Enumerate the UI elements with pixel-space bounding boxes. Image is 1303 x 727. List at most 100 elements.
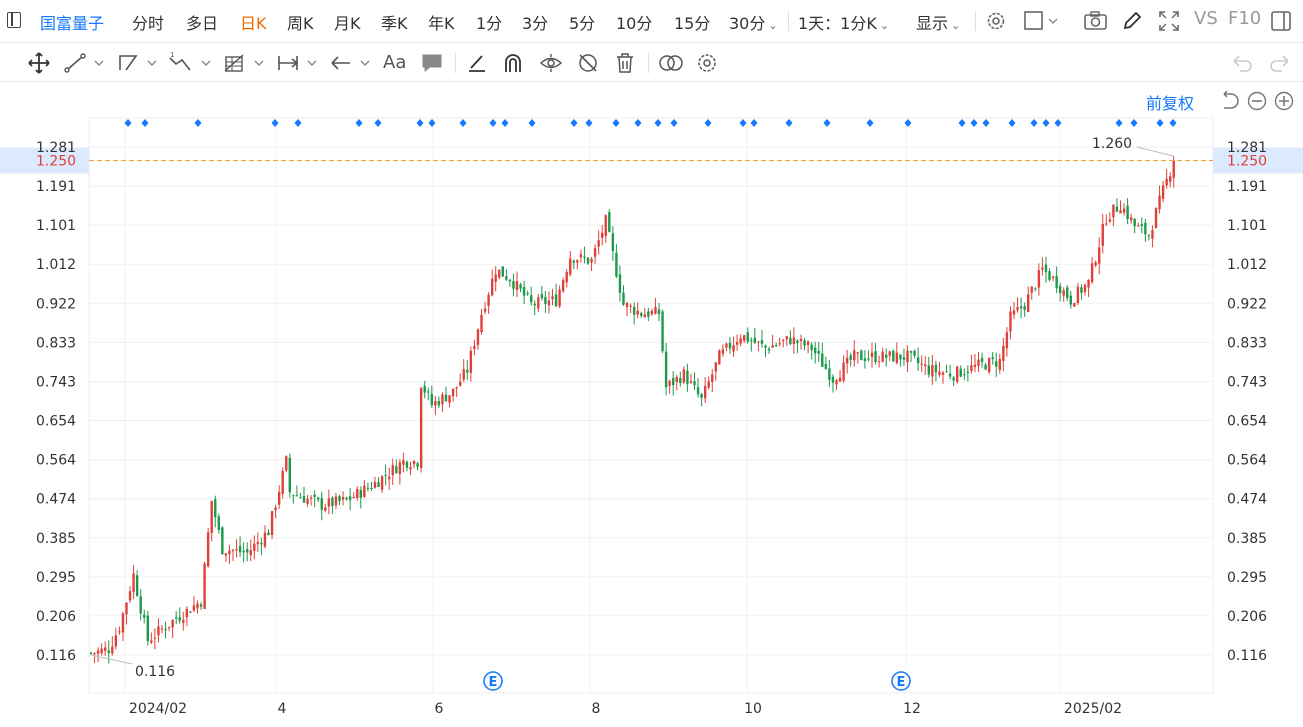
adjust-mode-button[interactable]: 前复权 (1146, 90, 1194, 114)
candle-body (498, 269, 501, 278)
event-diamond-icon (355, 119, 363, 127)
reset-zoom-icon[interactable] (1218, 90, 1242, 112)
link-icon[interactable] (657, 52, 685, 74)
candle-body (114, 635, 118, 647)
y-tick-label-left: 0.833 (36, 335, 76, 351)
zoom-out-icon[interactable] (1246, 90, 1268, 112)
candle-body (764, 345, 767, 348)
candle-body (579, 254, 583, 258)
candle-body (1002, 345, 1005, 361)
y-tick-label-left: 0.564 (36, 453, 76, 469)
tab-intraday[interactable]: 分时 (132, 10, 164, 34)
candle-body (1080, 287, 1083, 293)
candle-body (821, 353, 824, 367)
zoom-in-icon[interactable] (1273, 90, 1295, 112)
f10-button[interactable]: F10 (1228, 8, 1261, 29)
sidebar-toggle-icon[interactable] (7, 12, 21, 28)
undo-icon[interactable] (1230, 52, 1254, 74)
pen-tool-icon[interactable] (466, 52, 488, 74)
candle-body (938, 371, 941, 375)
candle-body (789, 337, 792, 345)
y-tick-label-left: 1.012 (36, 257, 76, 273)
candle-body (707, 381, 710, 388)
comment-tool-icon[interactable] (421, 52, 443, 74)
candle-body (490, 278, 494, 296)
chart-style-dropdown-icon[interactable] (1022, 10, 1062, 32)
tab-3min[interactable]: 3分 (522, 10, 548, 34)
candle-body (309, 497, 313, 499)
y-tick-label-right: 1.281 (1227, 140, 1267, 156)
svg-text:1: 1 (170, 52, 174, 59)
polyline-tool-icon[interactable] (116, 52, 160, 74)
pencil-icon[interactable] (1121, 10, 1143, 32)
tab-quarterly-k[interactable]: 季K (381, 10, 408, 34)
candle-body (750, 340, 753, 342)
candle-body (1169, 176, 1172, 182)
candle-body (455, 386, 458, 389)
text-tool-icon[interactable]: Aa (383, 52, 406, 73)
tool-settings-icon[interactable] (695, 52, 719, 74)
candle-body (700, 394, 703, 398)
wave-tool-icon[interactable]: 1 (168, 52, 214, 74)
tab-15min[interactable]: 15分 (674, 10, 710, 34)
candle-body (810, 344, 813, 351)
candle-body (189, 611, 192, 613)
candle-body (679, 378, 682, 384)
tab-weekly-k[interactable]: 周K (287, 10, 314, 34)
candle-body (956, 366, 959, 382)
candle-body (143, 614, 146, 618)
event-diamond-icon (1030, 119, 1038, 127)
hide-drawings-icon[interactable] (576, 52, 600, 74)
tab-monthly-k[interactable]: 月K (334, 10, 361, 34)
line-tool-icon[interactable] (63, 52, 107, 74)
panel-toggle-icon[interactable] (1270, 10, 1292, 32)
event-diamond-icon (1156, 119, 1164, 127)
tab-yearly-k[interactable]: 年K (428, 10, 455, 34)
candle-body (384, 475, 387, 477)
fullscreen-icon[interactable] (1158, 10, 1180, 32)
candle-body (341, 496, 345, 500)
y-tick-label-right: 0.116 (1227, 648, 1267, 664)
stock-name[interactable]: 国富量子 (40, 10, 104, 34)
display-menu[interactable]: 显示 ⌄ (916, 10, 960, 34)
visibility-icon[interactable] (539, 52, 563, 74)
settings-gear-icon[interactable] (985, 10, 1007, 32)
vs-compare-button[interactable]: VS (1194, 8, 1218, 29)
move-tool-icon[interactable] (27, 52, 51, 74)
candle-body (672, 377, 675, 385)
tab-5min[interactable]: 5分 (569, 10, 595, 34)
candle-body (735, 341, 739, 345)
event-diamond-icon (1008, 119, 1016, 127)
measure-tool-icon[interactable] (223, 52, 267, 74)
tab-daily-k[interactable]: 日K (240, 10, 267, 34)
candle-body (760, 340, 764, 344)
arrow-tool-icon[interactable] (329, 52, 373, 74)
tab-10min[interactable]: 10分 (616, 10, 652, 34)
candle-body (828, 368, 831, 380)
y-tick-label-right: 0.654 (1227, 414, 1267, 430)
candle-body (522, 286, 526, 296)
chevron-down-icon: ⌄ (951, 19, 961, 32)
candle-body (689, 381, 693, 383)
divider (975, 11, 976, 31)
candle-body (473, 345, 476, 349)
y-tick-label-right: 0.474 (1227, 492, 1267, 508)
kline-chart[interactable]: 1.250 1.250 1.281 1.2811.191 1.1911.101 1.10… (0, 82, 1303, 727)
candle-body (228, 550, 231, 555)
period-selector[interactable]: 1天：1分K ⌄ (798, 10, 889, 34)
candle-body (1119, 210, 1122, 214)
tab-1min[interactable]: 1分 (476, 10, 502, 34)
range-tool-icon[interactable] (276, 52, 320, 74)
trash-icon[interactable] (614, 52, 636, 74)
candle-body (1076, 286, 1080, 303)
candle-body (430, 393, 433, 406)
camera-icon[interactable] (1083, 10, 1109, 32)
candle-body (1087, 279, 1090, 288)
candle-body (682, 369, 686, 383)
magnet-icon[interactable] (502, 52, 524, 74)
tab-multi-day[interactable]: 多日 (186, 10, 218, 34)
tab-30min[interactable]: 30分 ⌄ (729, 10, 778, 34)
candle-body (892, 350, 895, 362)
candle-body (238, 545, 242, 553)
redo-icon[interactable] (1268, 52, 1292, 74)
